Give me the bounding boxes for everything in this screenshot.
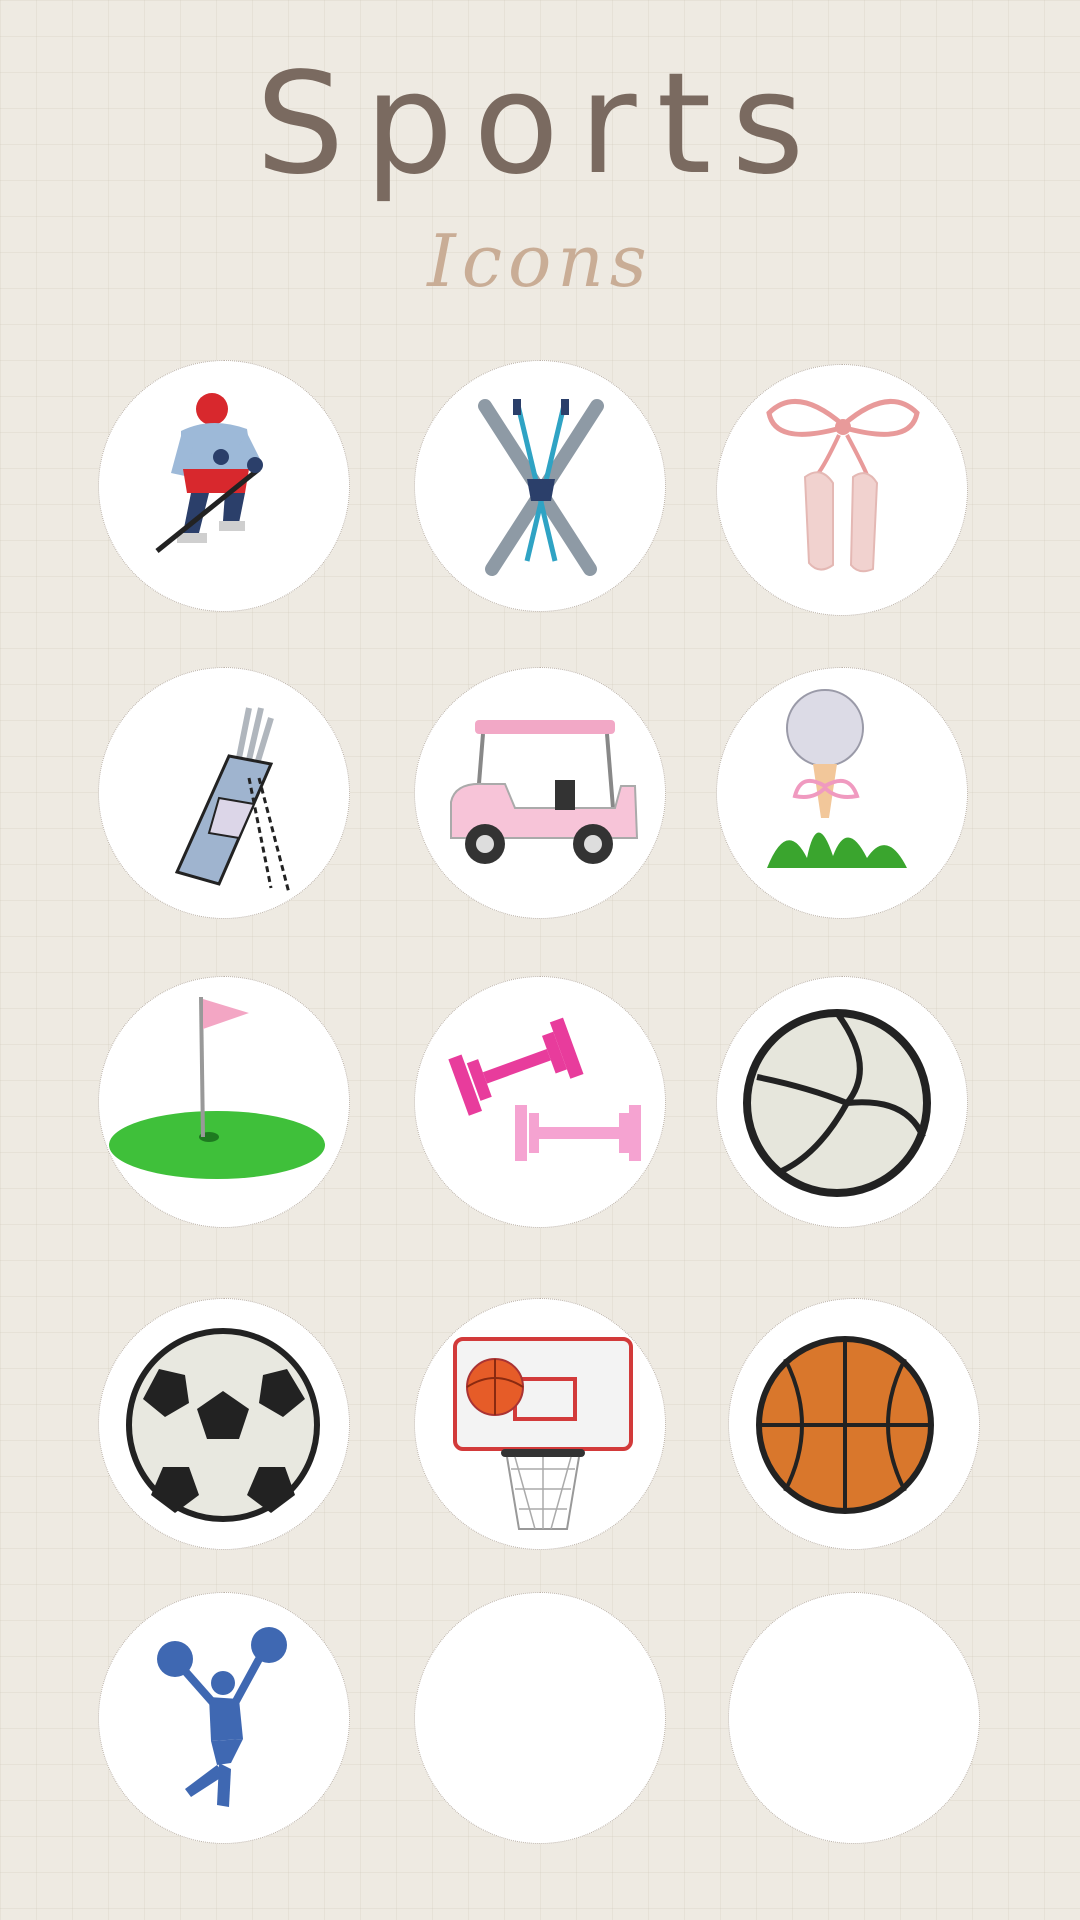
dumbbells-icon — [448, 1017, 641, 1161]
hockey-player-button[interactable] — [98, 360, 350, 612]
ballet-slippers-icon — [766, 398, 920, 573]
empty-slot[interactable] — [414, 1592, 666, 1844]
soccer-ball-button[interactable] — [98, 1298, 350, 1550]
page-subtitle: Icons — [427, 219, 653, 303]
soccer-ball-icon — [126, 1328, 320, 1522]
page-title: Sports — [255, 43, 825, 206]
basketball-hoop-button[interactable] — [414, 1298, 666, 1550]
skis-icon — [478, 399, 604, 576]
hockey-player-icon — [155, 393, 263, 553]
golf-bag-icon — [174, 707, 291, 894]
dumbbells-button[interactable] — [414, 976, 666, 1228]
basketball-button[interactable] — [728, 1298, 980, 1550]
cheerleader-icon — [157, 1627, 287, 1807]
golf-cart-icon — [450, 720, 639, 864]
basketball-hoop-icon — [453, 1337, 633, 1530]
golf-ball-on-tee-button[interactable] — [716, 667, 968, 919]
ballet-slippers-button[interactable] — [716, 364, 968, 616]
golf-flag-button[interactable] — [98, 976, 350, 1228]
golf-flag-icon — [109, 996, 325, 1179]
basketball-icon — [756, 1336, 934, 1514]
skis-button[interactable] — [414, 360, 666, 612]
golf-bag-button[interactable] — [98, 667, 350, 919]
golf-ball-on-tee-icon — [767, 689, 907, 868]
volleyball-button[interactable] — [716, 976, 968, 1228]
volleyball-icon — [743, 1009, 931, 1197]
empty-slot[interactable] — [728, 1592, 980, 1844]
golf-cart-button[interactable] — [414, 667, 666, 919]
cheerleader-button[interactable] — [98, 1592, 350, 1844]
